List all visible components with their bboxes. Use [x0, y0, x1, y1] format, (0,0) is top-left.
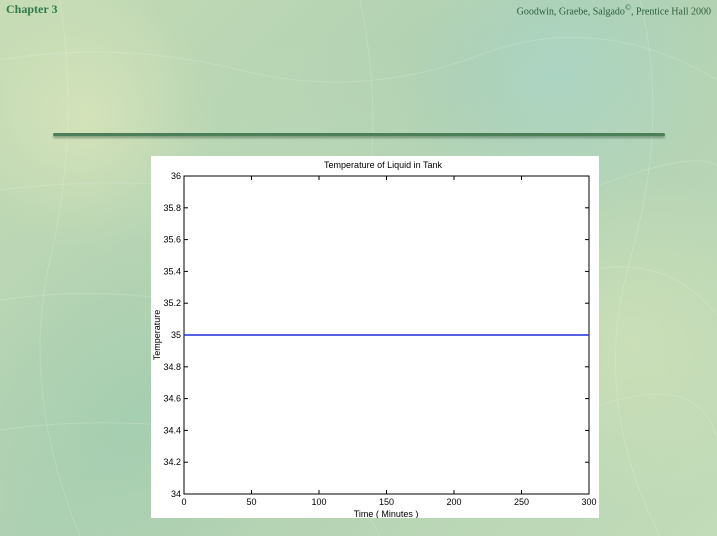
y-axis-label: Temperature: [152, 310, 162, 361]
y-tick-label: 34: [171, 489, 181, 499]
y-tick-label: 35.8: [163, 203, 181, 213]
y-tick-label: 34.4: [163, 425, 181, 435]
publisher-credit: Goodwin, Graebe, Salgado©, Prentice Hall…: [517, 3, 711, 17]
y-tick-label: 34.6: [163, 394, 181, 404]
chart-title: Temperature of Liquid in Tank: [324, 160, 442, 170]
x-tick-label: 100: [311, 497, 326, 507]
temperature-chart: Temperature of Liquid in Tank 0 50 100 150 2…: [152, 160, 597, 518]
credit-publisher: , Prentice Hall 2000: [631, 6, 711, 18]
x-tick-label: 0: [181, 497, 186, 507]
slide-divider: [53, 133, 665, 136]
y-tick-label: 36: [171, 171, 181, 181]
y-tick-label: 35: [171, 330, 181, 340]
y-tick-label: 34.2: [163, 457, 181, 467]
x-tick-label: 200: [446, 497, 461, 507]
x-tick-label: 150: [379, 497, 394, 507]
chart-panel: Temperature of Liquid in Tank 0 50 100 150 2…: [151, 156, 599, 518]
x-tick-label: 250: [514, 497, 529, 507]
x-tick-label: 300: [581, 497, 596, 507]
x-tick-label: 50: [246, 497, 256, 507]
credit-authors: Goodwin, Graebe, Salgado: [516, 6, 625, 18]
chapter-label: Chapter 3: [6, 2, 58, 16]
y-tick-label: 34.8: [163, 362, 181, 372]
x-axis-label: Time ( Minutes ): [354, 509, 419, 518]
y-tick-label: 35.6: [163, 235, 181, 245]
y-tick-label: 35.4: [163, 266, 181, 276]
y-tick-label: 35.2: [163, 298, 181, 308]
